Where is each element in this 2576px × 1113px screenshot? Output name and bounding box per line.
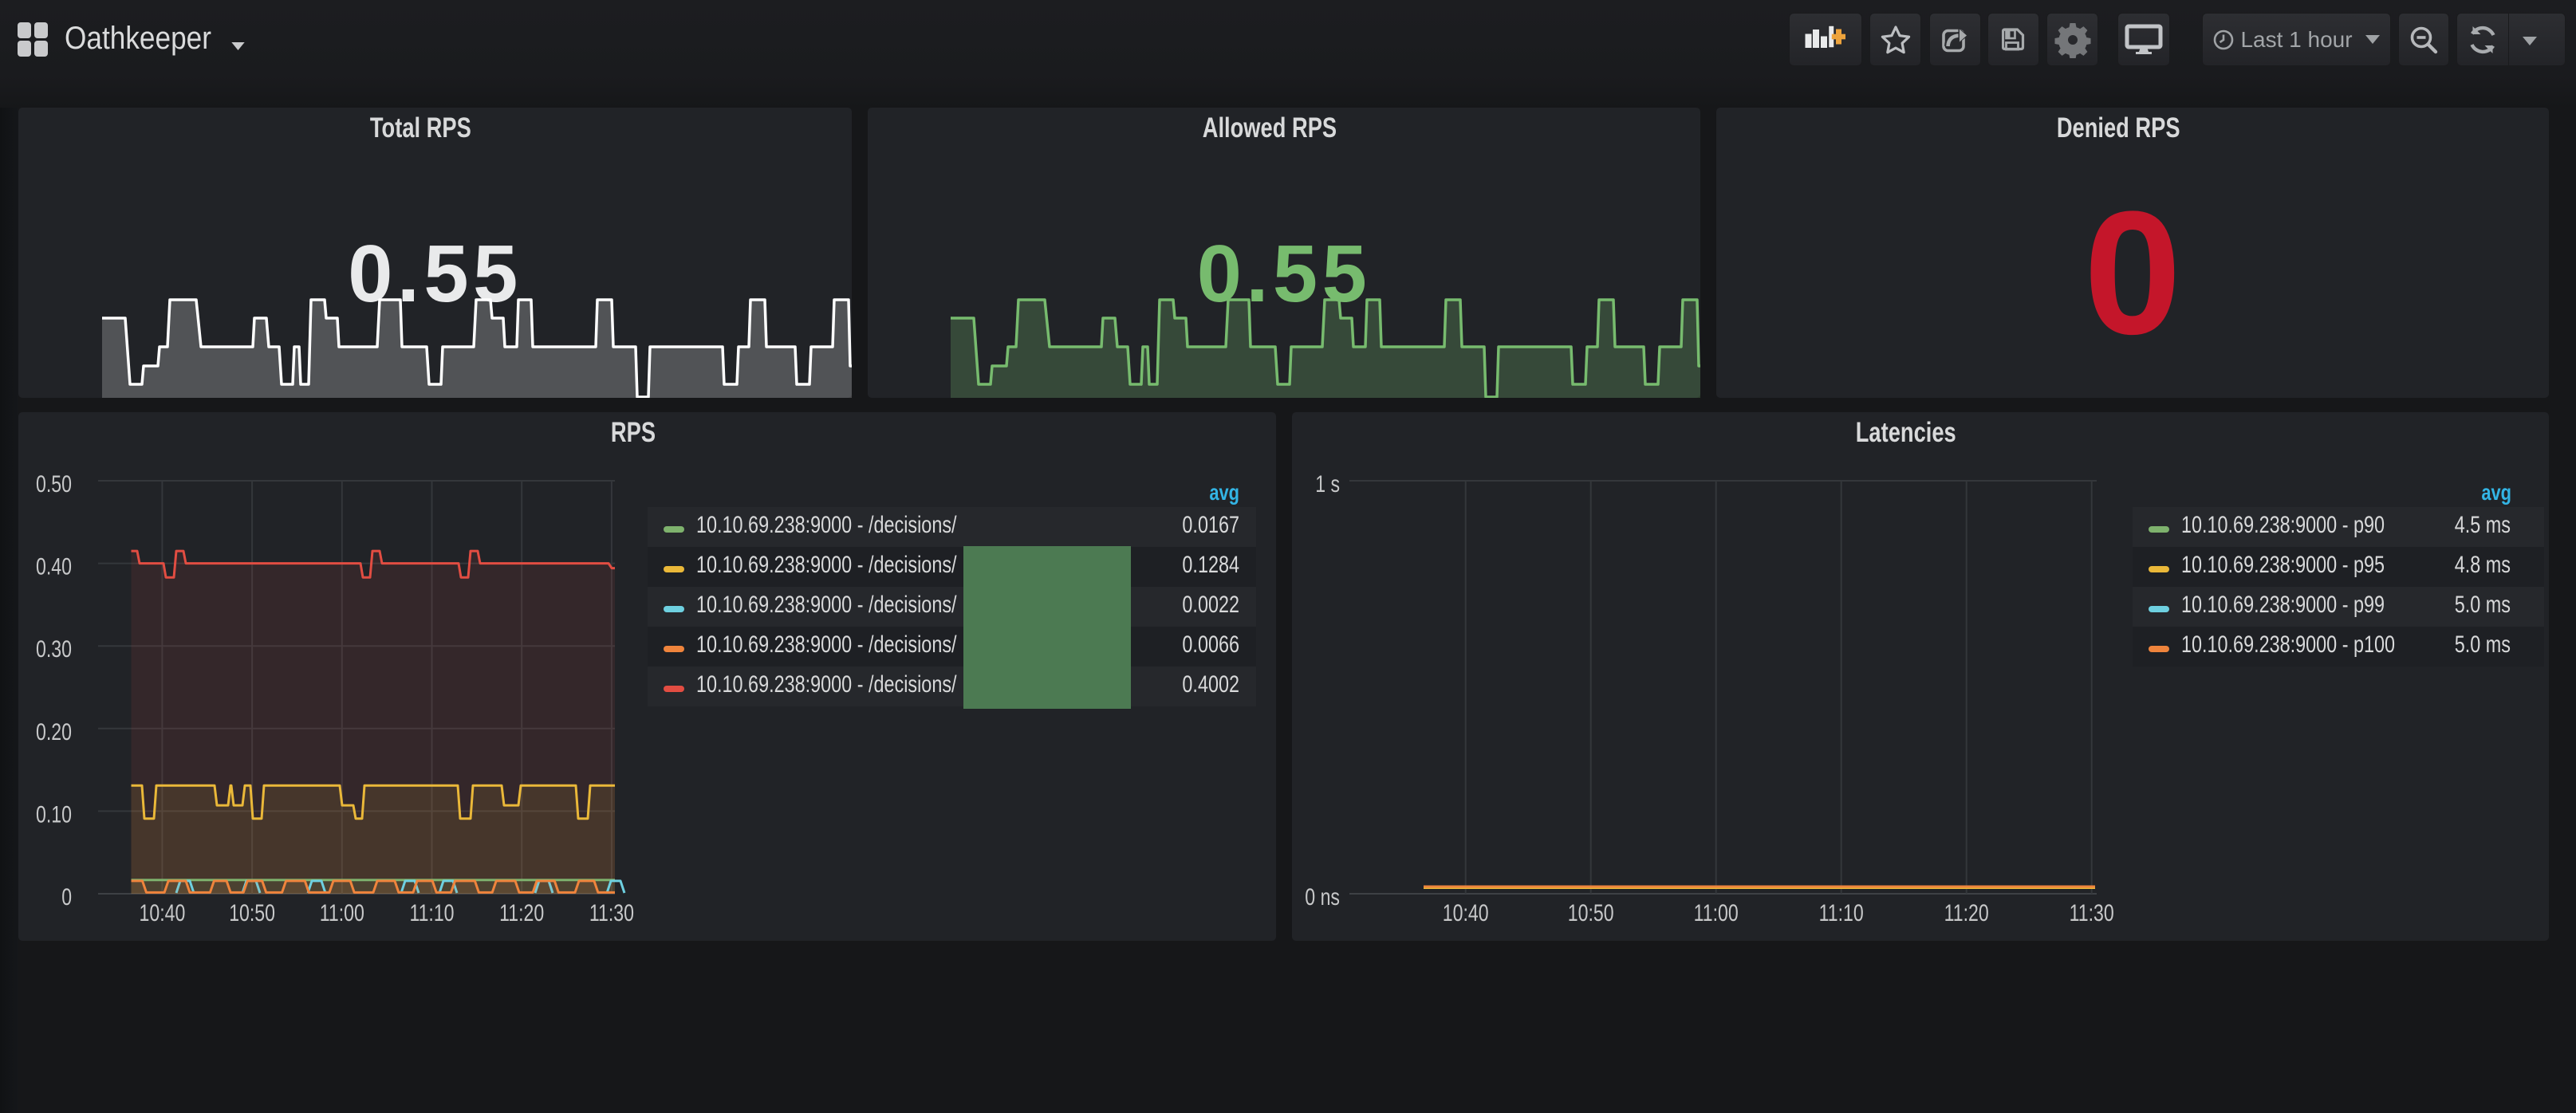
svg-text:0.20: 0.20 xyxy=(36,719,72,745)
svg-text:10:40: 10:40 xyxy=(140,900,186,926)
svg-text:11:30: 11:30 xyxy=(589,900,634,926)
svg-text:11:00: 11:00 xyxy=(1694,900,1739,926)
svg-text:11:20: 11:20 xyxy=(1944,900,1989,926)
svg-text:0.50: 0.50 xyxy=(36,471,72,498)
svg-text:11:20: 11:20 xyxy=(499,900,544,926)
svg-text:11:10: 11:10 xyxy=(1819,900,1864,926)
svg-text:11:10: 11:10 xyxy=(409,900,454,926)
svg-text:0 ns: 0 ns xyxy=(1305,884,1340,910)
svg-text:11:00: 11:00 xyxy=(320,900,364,926)
svg-text:11:30: 11:30 xyxy=(2070,900,2114,926)
svg-text:1 s: 1 s xyxy=(1315,471,1340,498)
svg-text:0.10: 0.10 xyxy=(36,801,72,828)
svg-text:0: 0 xyxy=(61,884,72,910)
svg-text:0.30: 0.30 xyxy=(36,636,72,663)
svg-text:0.40: 0.40 xyxy=(36,554,72,580)
svg-text:10:50: 10:50 xyxy=(1568,900,1614,926)
svg-text:10:50: 10:50 xyxy=(229,900,275,926)
svg-text:10:40: 10:40 xyxy=(1443,900,1489,926)
